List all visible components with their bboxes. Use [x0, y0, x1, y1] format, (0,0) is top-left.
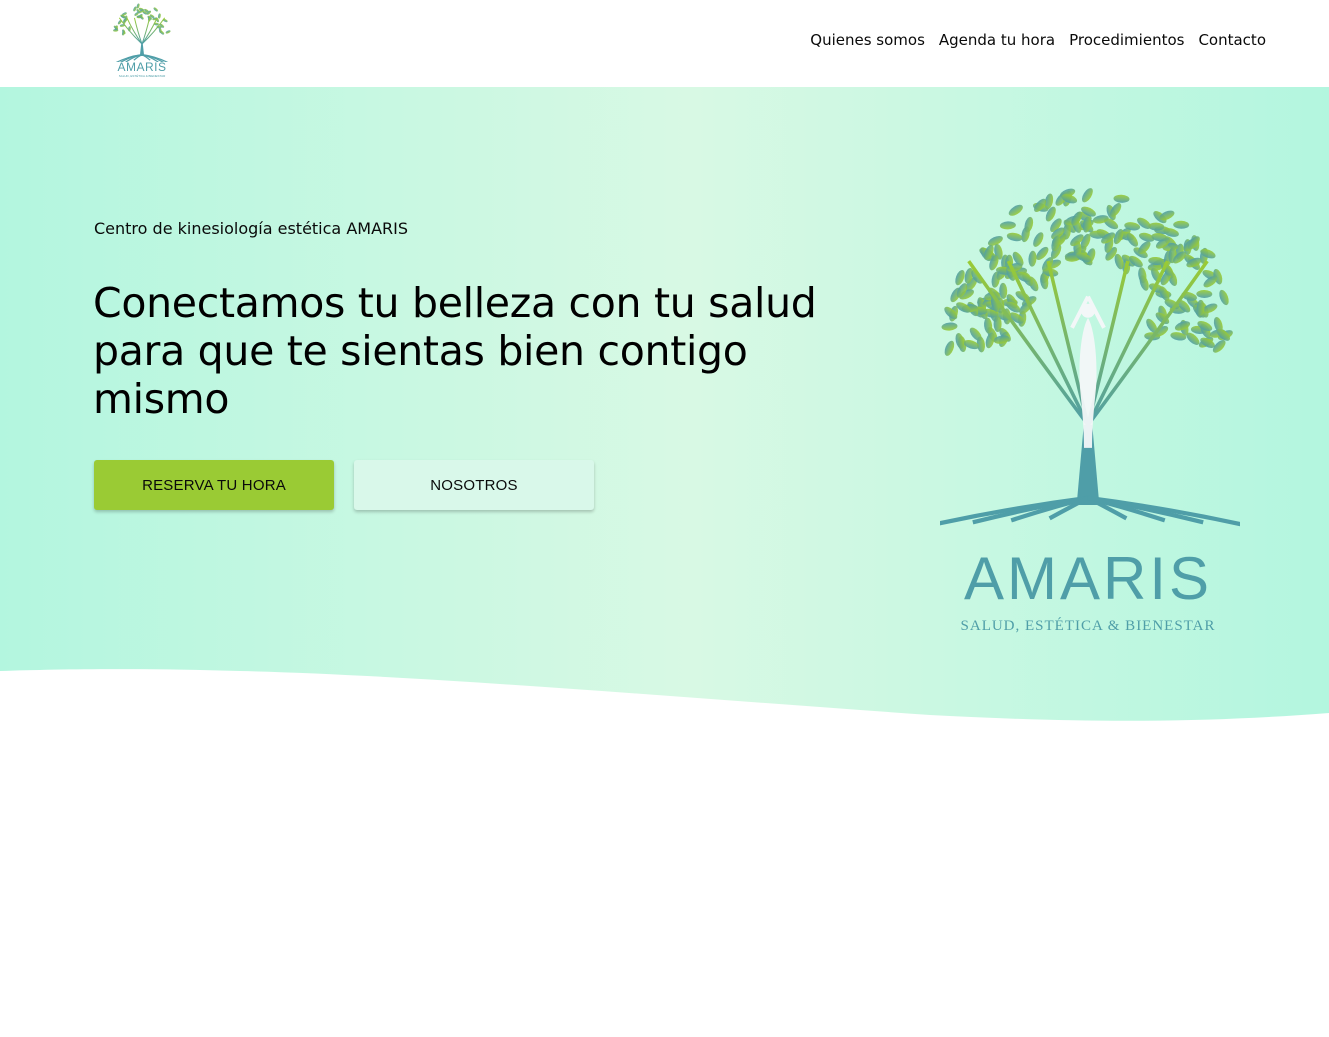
hero-title: Conectamos tu belleza con tu salud para … — [93, 279, 817, 423]
nav-procedimientos[interactable]: Procedimientos — [1069, 29, 1184, 51]
hero-logo-tagline: SALUD, ESTÉTICA & BIENESTAR — [960, 618, 1216, 634]
nav-agenda-tu-hora[interactable]: Agenda tu hora — [939, 29, 1055, 51]
hero-eyebrow: Centro de kinesiología estética AMARIS — [94, 219, 408, 238]
hero-section: Centro de kinesiología estética AMARIS C… — [0, 87, 1329, 727]
reserve-appointment-button[interactable]: RESERVA TU HORA — [94, 460, 334, 510]
header-logo[interactable]: AMARIS SALUD, ESTÉTICA & BIENESTAR — [108, 2, 176, 80]
nav-quienes-somos[interactable]: Quienes somos — [810, 29, 925, 51]
header-logo-wordmark: AMARIS — [117, 60, 167, 74]
main-nav: Quienes somos Agenda tu hora Procedimien… — [810, 29, 1266, 51]
hero-logo: AMARIS SALUD, ESTÉTICA & BIENESTAR — [940, 175, 1240, 634]
hero-logo-wordmark: AMARIS — [963, 545, 1213, 612]
nav-contacto[interactable]: Contacto — [1198, 29, 1266, 51]
about-us-button[interactable]: NOSOTROS — [354, 460, 594, 510]
tree-logo-icon — [113, 3, 171, 62]
site-header: AMARIS SALUD, ESTÉTICA & BIENESTAR Quien… — [0, 0, 1329, 87]
header-logo-tagline: SALUD, ESTÉTICA & BIENESTAR — [118, 74, 166, 78]
tree-of-life-yoga-icon — [940, 188, 1240, 527]
